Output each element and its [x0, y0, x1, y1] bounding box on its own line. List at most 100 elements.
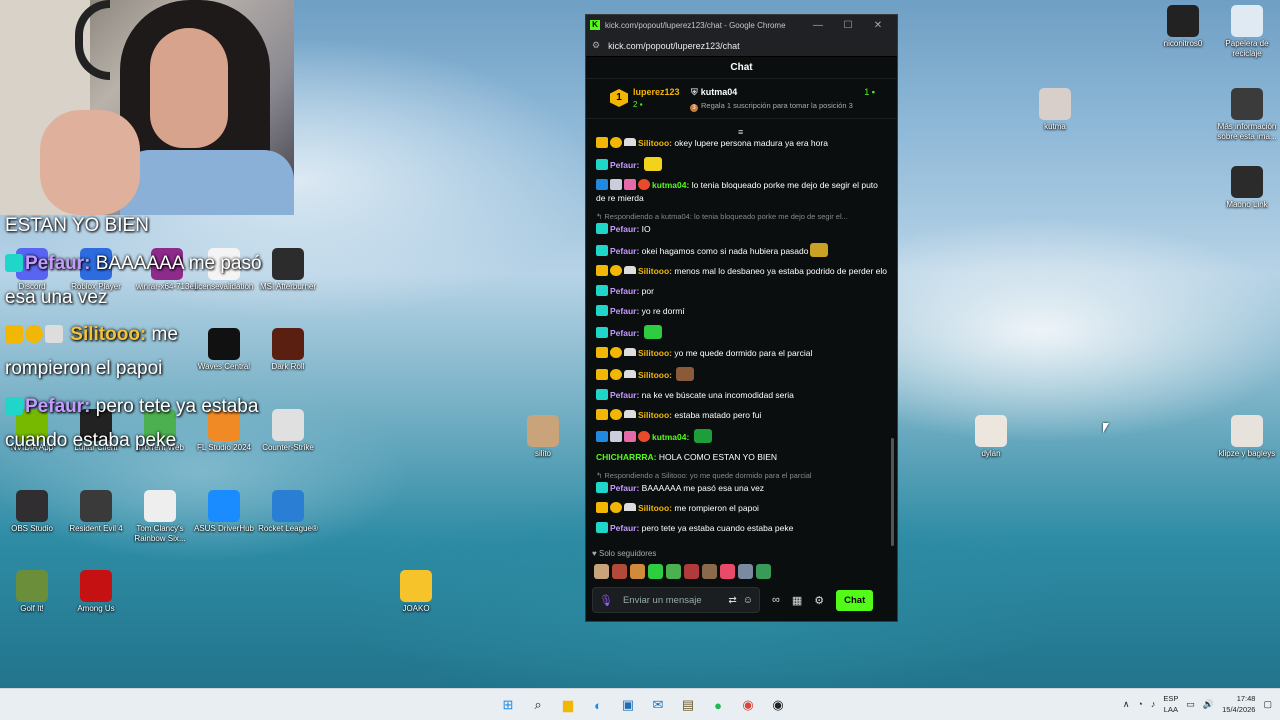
settings-icon[interactable]: ⚙: [814, 594, 824, 607]
chat-message[interactable]: Pefaur: na ke ve búscate una incomodidad…: [596, 389, 888, 402]
chat-message[interactable]: Pefaur: BAAAAAA me pasó esa una vez: [596, 482, 888, 495]
display-icon[interactable]: ▭: [1186, 699, 1195, 710]
clock[interactable]: 17:48 15/4/2026: [1222, 693, 1255, 715]
chat-username[interactable]: Pefaur:: [610, 390, 639, 400]
desktop-icon[interactable]: niconitros0: [1147, 5, 1219, 49]
address-bar[interactable]: ⚙ kick.com/popout/luperez123/chat: [586, 35, 897, 57]
desktop-icon[interactable]: dylan: [955, 415, 1027, 459]
desktop-icon[interactable]: Maono Link: [1211, 166, 1280, 210]
chat-message[interactable]: Pefaur: pero tete ya estaba cuando estab…: [596, 522, 888, 535]
send-chat-button[interactable]: Chat: [836, 589, 874, 611]
chat-username[interactable]: Silitooo:: [638, 410, 672, 420]
desktop-icon[interactable]: Counter-Strike: [252, 409, 324, 453]
chat-message[interactable]: Silitooo: okey lupere persona madura ya …: [596, 137, 888, 150]
chat-scrollbar[interactable]: [891, 438, 894, 546]
close-button[interactable]: ✕: [863, 20, 893, 31]
emote-icon[interactable]: [684, 564, 699, 579]
translate-icon[interactable]: ⇄: [728, 595, 736, 606]
microphone-tray-icon[interactable]: ♪: [1151, 699, 1156, 709]
file-explorer-icon[interactable]: ▆: [556, 693, 580, 717]
window-titlebar[interactable]: K kick.com/popout/luperez123/chat - Goog…: [586, 15, 897, 35]
desktop-icon[interactable]: silito: [507, 415, 579, 459]
chat-username[interactable]: Pefaur:: [610, 246, 639, 256]
chat-message[interactable]: Pefaur: IO: [596, 223, 888, 236]
desktop-icon[interactable]: Waves Central: [188, 328, 260, 372]
chat-username[interactable]: Pefaur:: [610, 523, 639, 533]
app-icon[interactable]: ◉: [766, 693, 790, 717]
desktop-icon[interactable]: klipze y bagleys: [1211, 415, 1280, 459]
chat-username[interactable]: Silitooo:: [638, 348, 672, 358]
gift-sub-prompt[interactable]: 3 Regala 1 suscripción para tomar la posi…: [690, 101, 853, 112]
desktop-icon[interactable]: ASUS DriverHub: [188, 490, 260, 534]
store-icon[interactable]: ▦: [792, 594, 802, 607]
chat-message[interactable]: Pefaur:: [596, 157, 888, 172]
address-url[interactable]: kick.com/popout/luperez123/chat: [608, 41, 740, 51]
desktop-icon[interactable]: Papelera de reciclaje: [1211, 5, 1280, 59]
chat-username[interactable]: Silitooo:: [638, 503, 672, 513]
emote-icon[interactable]: [648, 564, 663, 579]
minimize-button[interactable]: —: [803, 20, 833, 31]
notifications-icon[interactable]: ▢: [1263, 699, 1272, 710]
chat-username[interactable]: Pefaur:: [610, 306, 639, 316]
emote-icon[interactable]: [693, 429, 712, 443]
chat-username[interactable]: kutma04:: [652, 180, 689, 190]
emote-icon[interactable]: [643, 157, 662, 171]
emote-icon[interactable]: [594, 564, 609, 579]
chat-message[interactable]: Pefaur: yo re dormí: [596, 305, 888, 318]
pinned-toggle-icon[interactable]: ≡: [738, 127, 743, 137]
maximize-button[interactable]: ☐: [833, 20, 863, 31]
emote-icon[interactable]: [720, 564, 735, 579]
microphone-icon[interactable]: 🎙: [599, 594, 613, 607]
desktop-icon[interactable]: OBS Studio: [0, 490, 68, 534]
chat-message[interactable]: Pefaur:: [596, 325, 888, 340]
kicks-icon[interactable]: ∞: [772, 594, 780, 606]
desktop-icon[interactable]: MSI Afterburner: [252, 248, 324, 292]
desktop-icon[interactable]: Tom Clancy's Rainbow Six...: [124, 490, 196, 544]
site-info-icon[interactable]: ⚙: [592, 40, 600, 51]
chat-message[interactable]: Silitooo: estaba matado pero fui: [596, 409, 888, 422]
chat-username[interactable]: Pefaur:: [610, 328, 639, 338]
chat-username[interactable]: Silitooo:: [638, 266, 672, 276]
game-icon[interactable]: ▤: [676, 693, 700, 717]
store-icon[interactable]: ▣: [616, 693, 640, 717]
emote-icon[interactable]: [702, 564, 717, 579]
chat-username[interactable]: Pefaur:: [610, 286, 639, 296]
emote-icon[interactable]: [612, 564, 627, 579]
desktop-icon[interactable]: Golf It!: [0, 570, 68, 614]
chat-message[interactable]: Pefaur: okei hagamos como si nada hubier…: [596, 243, 888, 258]
desktop-icon[interactable]: Among Us: [60, 570, 132, 614]
edge-icon[interactable]: ◐: [586, 693, 610, 717]
emoji-icon[interactable]: ☺: [743, 595, 753, 606]
chat-input-placeholder[interactable]: Enviar un mensaje: [623, 595, 722, 606]
emote-icon[interactable]: [666, 564, 681, 579]
chat-username[interactable]: kutma04:: [652, 432, 689, 442]
leaderboard-user-2[interactable]: ⛨ kutma04: [691, 87, 737, 98]
chat-message[interactable]: Silitooo: me rompieron el papoi: [596, 502, 888, 515]
outlook-icon[interactable]: ✉: [646, 693, 670, 717]
desktop-icon[interactable]: Resident Evil 4: [60, 490, 132, 534]
chrome-icon[interactable]: ◉: [736, 693, 760, 717]
emote-icon[interactable]: [756, 564, 771, 579]
emote-icon[interactable]: [810, 243, 829, 257]
chat-message[interactable]: CHICHARRRA: HOLA COMO ESTAN YO BIEN: [596, 451, 888, 464]
chat-username[interactable]: Silitooo:: [638, 138, 672, 148]
chat-username[interactable]: CHICHARRRA:: [596, 452, 656, 462]
desktop-icon[interactable]: JOAKO: [380, 570, 452, 614]
desktop-icon[interactable]: Rocket League®: [252, 490, 324, 534]
chat-input[interactable]: 🎙 Enviar un mensaje ⇄ ☺: [592, 587, 760, 613]
emote-icon[interactable]: [630, 564, 645, 579]
windows-start-icon[interactable]: ⊞: [496, 693, 520, 717]
chat-message[interactable]: Silitooo: menos mal lo desbaneo ya estab…: [596, 265, 888, 278]
chat-message[interactable]: kutma04:: [596, 429, 888, 444]
search-icon[interactable]: ⌕: [526, 693, 550, 717]
language-indicator[interactable]: ESP LAA: [1163, 693, 1178, 715]
chat-message[interactable]: Silitooo:: [596, 367, 888, 382]
desktop-icon[interactable]: Más información sobre esta ima...: [1211, 88, 1280, 142]
leaderboard-user-1[interactable]: luperez123: [633, 87, 680, 97]
emote-icon[interactable]: [676, 367, 695, 381]
chat-username[interactable]: Pefaur:: [610, 224, 639, 234]
chat-username[interactable]: Silitooo:: [638, 370, 672, 380]
desktop-icon[interactable]: Dark Roll: [252, 328, 324, 372]
network-icon[interactable]: ◔: [1137, 699, 1142, 709]
chat-message[interactable]: Silitooo: yo me quede dormido para el pa…: [596, 347, 888, 360]
